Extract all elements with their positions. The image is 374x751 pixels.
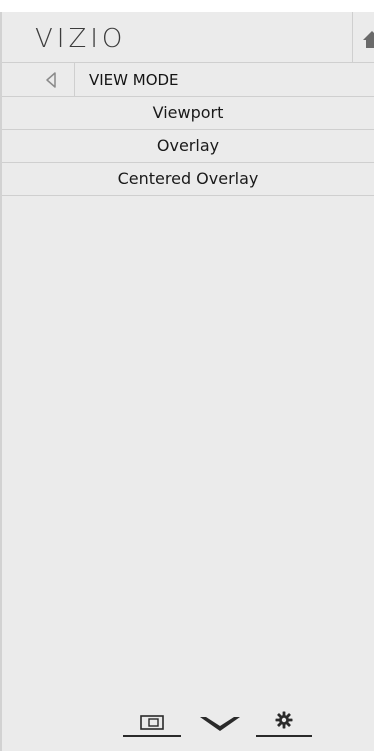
input-button[interactable] — [123, 707, 181, 751]
vizio-logo: VIZIO — [35, 24, 127, 54]
settings-panel: VIZIO VIEW MODE Viewport Overlay Centere… — [0, 12, 374, 751]
menu-item-viewport[interactable]: Viewport — [2, 97, 374, 130]
input-underline — [123, 735, 181, 737]
home-icon[interactable] — [362, 29, 374, 49]
back-arrow-icon — [44, 71, 58, 89]
menu-item-centered-overlay[interactable]: Centered Overlay — [2, 163, 374, 196]
view-mode-list: Viewport Overlay Centered Overlay — [2, 97, 374, 196]
down-button[interactable] — [196, 707, 244, 751]
page-title: VIEW MODE — [89, 71, 179, 89]
settings-button[interactable] — [256, 707, 312, 751]
header: VIZIO — [2, 12, 374, 63]
header-divider — [352, 12, 353, 63]
back-button[interactable] — [2, 63, 75, 96]
title-bar: VIEW MODE — [2, 63, 374, 97]
bottom-bar — [2, 707, 374, 751]
settings-underline — [256, 735, 312, 737]
menu-item-overlay[interactable]: Overlay — [2, 130, 374, 163]
